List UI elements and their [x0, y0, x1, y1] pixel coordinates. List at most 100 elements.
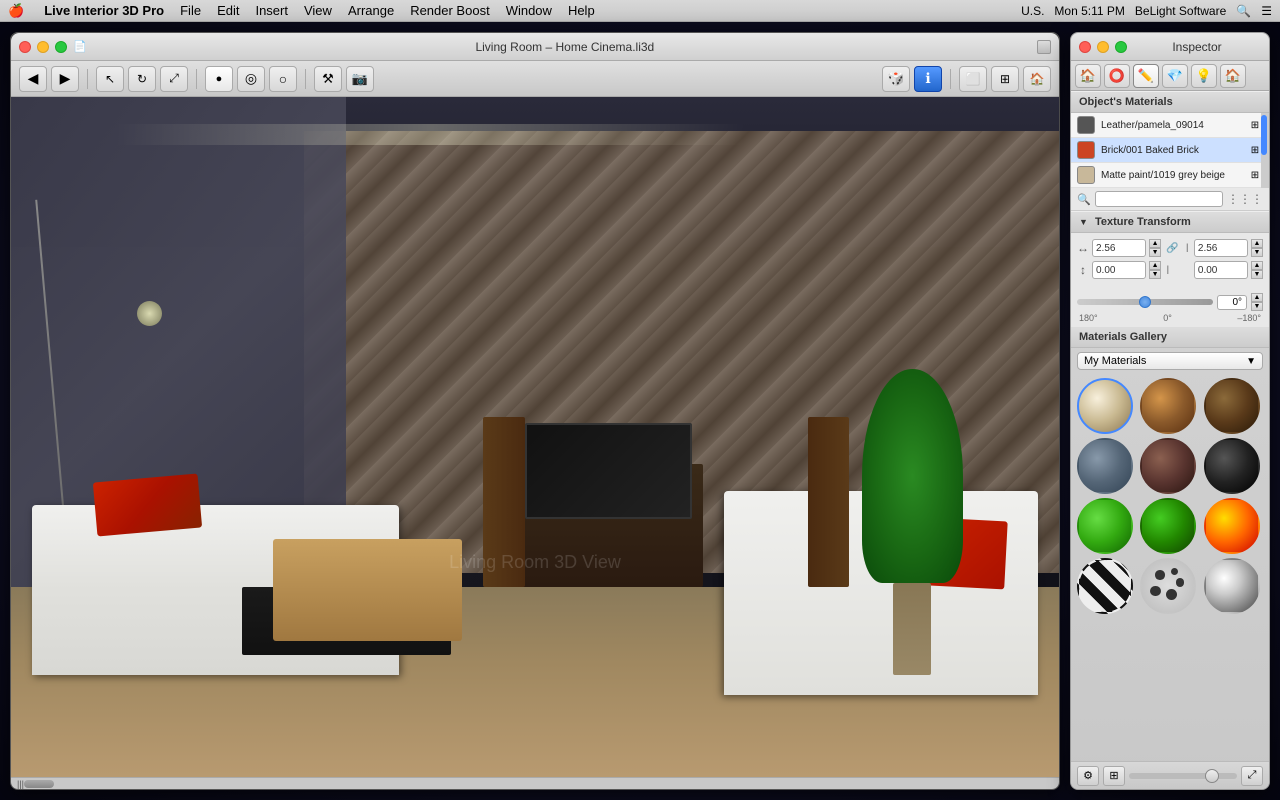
tt-h2-input[interactable] — [1194, 239, 1248, 257]
tt-v1-stepper[interactable]: ▲ ▼ — [1149, 261, 1161, 279]
mat-sphere-dark-wood[interactable] — [1204, 378, 1260, 434]
menu-company: BeLight Software — [1135, 4, 1226, 18]
mat-label-3: Matte paint/1019 grey beige — [1101, 170, 1241, 181]
minimize-button[interactable] — [37, 41, 49, 53]
apple-menu[interactable]: 🍎 — [8, 3, 24, 19]
tt-h1-stepper[interactable]: ▲ ▼ — [1149, 239, 1161, 257]
menu-insert[interactable]: Insert — [255, 3, 288, 18]
info-button[interactable]: ℹ — [914, 66, 942, 92]
angle-slider-track[interactable] — [1077, 299, 1213, 305]
back-button[interactable]: ◀ — [19, 66, 47, 92]
menu-view[interactable]: View — [304, 3, 332, 18]
screenshot-button[interactable]: 📷 — [346, 66, 374, 92]
inspector-tab-scene[interactable]: 🏠 — [1220, 64, 1246, 88]
mat-sphere-stone[interactable] — [1077, 438, 1133, 494]
view-3d-button[interactable]: ◎ — [237, 66, 265, 92]
mat-sphere-metal[interactable] — [1204, 558, 1260, 614]
inspector-settings-button[interactable]: ⚙ — [1077, 766, 1099, 786]
mat-label-2: Brick/001 Baked Brick — [1101, 145, 1241, 156]
forward-button[interactable]: ▶ — [51, 66, 79, 92]
select-tool[interactable]: ↖ — [96, 66, 124, 92]
inspector-tab-light[interactable]: 💡 — [1191, 64, 1217, 88]
inspector-tab-home[interactable]: 🏠 — [1075, 64, 1101, 88]
mat-swatch-1 — [1077, 116, 1095, 134]
material-item-1[interactable]: Leather/pamela_09014 ⊞ — [1071, 113, 1269, 138]
material-item-3[interactable]: Matte paint/1019 grey beige ⊞ — [1071, 163, 1269, 188]
inspector-minimize[interactable] — [1097, 41, 1109, 53]
angle-down[interactable]: ▼ — [1251, 302, 1263, 311]
tt-h1-down[interactable]: ▼ — [1149, 248, 1161, 257]
rotate-tool[interactable]: ↻ — [128, 66, 156, 92]
maximize-button[interactable] — [55, 41, 67, 53]
tt-h-icon: ↔ — [1077, 241, 1089, 255]
menu-render-boost[interactable]: Render Boost — [410, 3, 490, 18]
tt-h2-down[interactable]: ▼ — [1251, 248, 1263, 257]
scrollbar-thumb[interactable] — [24, 780, 54, 788]
tt-v2-down[interactable]: ▼ — [1251, 270, 1263, 279]
menu-search-icon[interactable]: 🔍 — [1236, 4, 1251, 18]
material-item-2[interactable]: Brick/001 Baked Brick ⊞ — [1071, 138, 1269, 163]
window-resize[interactable] — [1037, 40, 1051, 54]
gallery-dropdown[interactable]: My Materials ▼ — [1077, 352, 1263, 370]
angle-slider-thumb[interactable] — [1139, 296, 1151, 308]
menu-edit[interactable]: Edit — [217, 3, 239, 18]
inspector-tab-material[interactable]: ✏️ — [1133, 64, 1159, 88]
menu-file[interactable]: File — [180, 3, 201, 18]
materials-scrollbar[interactable] — [1261, 113, 1269, 188]
search-icon: 🔍 — [1077, 193, 1091, 206]
toolbar-separator-2 — [196, 69, 197, 89]
menu-help[interactable]: Help — [568, 3, 595, 18]
tt-h2-stepper[interactable]: ▲ ▼ — [1251, 239, 1263, 257]
menu-dots-icon[interactable]: ⋮⋮⋮ — [1227, 192, 1263, 206]
mat-sphere-fire[interactable] — [1204, 498, 1260, 554]
view-2d-button[interactable]: ● — [205, 66, 233, 92]
view-mode-3[interactable]: 🏠 — [1023, 66, 1051, 92]
inspector-close[interactable] — [1079, 41, 1091, 53]
mat-sphere-brown[interactable] — [1140, 438, 1196, 494]
mat-sphere-wood[interactable] — [1140, 378, 1196, 434]
inspector-zoom-slider[interactable] — [1129, 773, 1237, 779]
menu-window[interactable]: Window — [506, 3, 552, 18]
tt-v2-up[interactable]: ▲ — [1251, 261, 1263, 270]
inspector-view-button[interactable]: ⊞ — [1103, 766, 1125, 786]
tt-h1-up[interactable]: ▲ — [1149, 239, 1161, 248]
inspector-zoom[interactable] — [1115, 41, 1127, 53]
scene-canvas: Living Room 3D View — [11, 97, 1059, 777]
h-scrollbar[interactable]: ||| — [11, 777, 1059, 789]
material-search-input[interactable] — [1095, 191, 1223, 207]
walk-mode-button[interactable]: ⚒ — [314, 66, 342, 92]
inspector-body[interactable]: Object's Materials Leather/pamela_09014 … — [1071, 91, 1269, 761]
view-render-button[interactable]: ○ — [269, 66, 297, 92]
inspector-zoom-thumb[interactable] — [1205, 769, 1219, 783]
mat-sphere-cream[interactable] — [1077, 378, 1133, 434]
inspector-tab-shape[interactable]: ⭕ — [1104, 64, 1130, 88]
view-mode-2[interactable]: ⊞ — [991, 66, 1019, 92]
mat-sphere-black[interactable] — [1204, 438, 1260, 494]
3d-viewport[interactable]: Living Room 3D View — [11, 97, 1059, 777]
view-mode-1[interactable]: ⬜ — [959, 66, 987, 92]
inspector-fullscreen-button[interactable]: ⤢ — [1241, 766, 1263, 786]
app-menu-name[interactable]: Live Interior 3D Pro — [44, 3, 164, 18]
tt-v2-input[interactable] — [1194, 261, 1248, 279]
inspector-bottom-toolbar: ⚙ ⊞ ⤢ — [1071, 761, 1269, 789]
tt-h1-input[interactable] — [1092, 239, 1146, 257]
inspector-tab-texture[interactable]: 💎 — [1162, 64, 1188, 88]
tt-v2-stepper[interactable]: ▲ ▼ — [1251, 261, 1263, 279]
mat-sphere-zebra[interactable] — [1077, 558, 1133, 614]
move-tool[interactable]: ⤢ — [160, 66, 188, 92]
angle-up[interactable]: ▲ — [1251, 293, 1263, 302]
mat-sphere-green-dark[interactable] — [1140, 498, 1196, 554]
close-button[interactable] — [19, 41, 31, 53]
menu-more-icon[interactable]: ☰ — [1261, 4, 1272, 18]
mat-sphere-green-bright[interactable] — [1077, 498, 1133, 554]
angle-stepper[interactable]: ▲ ▼ — [1251, 293, 1263, 311]
texture-transform-label: Texture Transform — [1095, 216, 1191, 228]
menu-arrange[interactable]: Arrange — [348, 3, 394, 18]
materials-scroll-thumb[interactable] — [1261, 115, 1267, 155]
tt-v1-down[interactable]: ▼ — [1149, 270, 1161, 279]
mat-sphere-spots[interactable] — [1140, 558, 1196, 614]
tt-v1-input[interactable] — [1092, 261, 1146, 279]
objects-button[interactable]: 🎲 — [882, 66, 910, 92]
tt-h2-up[interactable]: ▲ — [1251, 239, 1263, 248]
tt-v1-up[interactable]: ▲ — [1149, 261, 1161, 270]
